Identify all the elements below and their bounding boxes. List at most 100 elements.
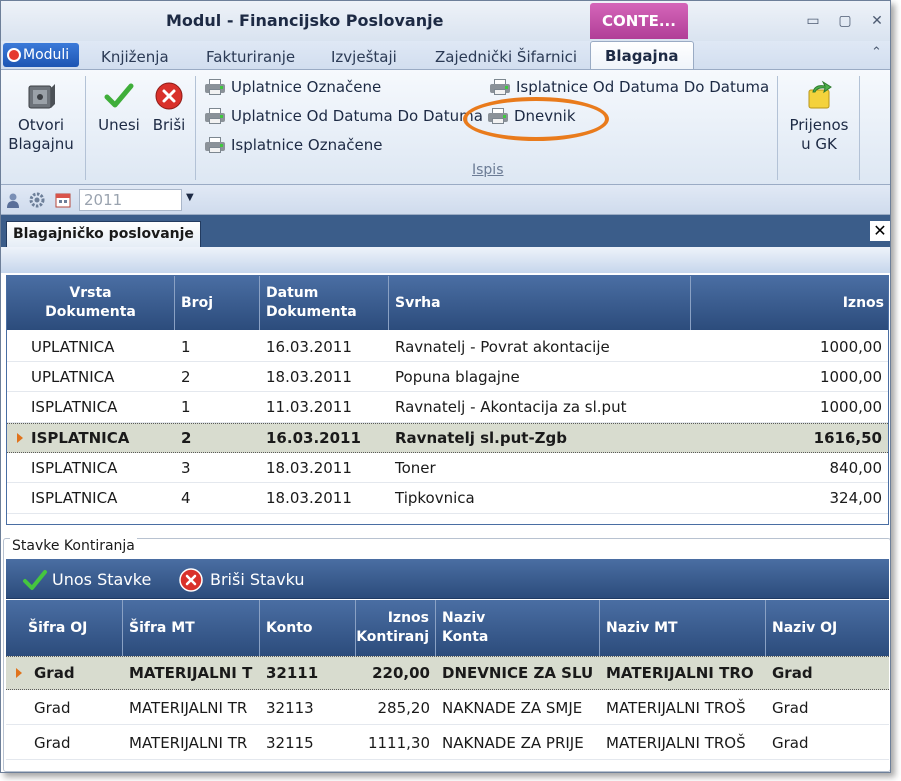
cell-vrsta[interactable]: ISPLATNICA <box>25 393 175 422</box>
table-row[interactable]: UPLATNICA 1 16.03.2011 Ravnatelj - Povrat a… <box>7 332 888 362</box>
col-svrha[interactable]: Svrha <box>389 276 691 330</box>
table-row[interactable]: ISPLATNICA 3 18.03.2011 Toner 840,00 <box>7 453 888 484</box>
isplatnice-oznacene-button[interactable]: Isplatnice Označene <box>203 134 383 156</box>
cell-sifra-mt[interactable]: MATERIJALNI TR <box>123 691 260 724</box>
cell-broj[interactable]: 2 <box>175 424 260 452</box>
cell-konto[interactable]: 32115 <box>260 726 356 759</box>
cell-vrsta[interactable]: ISPLATNICA <box>25 453 175 482</box>
cell-iznos-kontiranja[interactable]: 285,20 <box>356 691 436 724</box>
prijenos-u-gk-button[interactable]: Prijenos u GK <box>785 80 853 154</box>
col-naziv-oj[interactable]: Naziv OJ <box>766 600 889 656</box>
cell-svrha[interactable]: Ravnatelj - Povrat akontacije <box>389 332 691 361</box>
year-field[interactable]: 2011 <box>79 189 182 211</box>
close-window-button[interactable]: ✕ <box>867 11 887 31</box>
context-tab[interactable]: CONTE... <box>590 3 688 39</box>
cell-broj[interactable]: 2 <box>175 362 260 391</box>
tab-izvjestaji[interactable]: Izvještaji <box>331 45 397 69</box>
settings-icon[interactable] <box>29 192 45 208</box>
cell-vrsta[interactable]: ISPLATNICA <box>25 424 175 452</box>
cell-sifra-mt[interactable]: MATERIJALNI T <box>123 657 260 689</box>
cell-sifra-oj[interactable]: Grad <box>28 726 123 759</box>
cell-svrha[interactable]: Ravnatelj sl.put-Zgb <box>389 424 691 452</box>
cell-naziv-konta[interactable]: NAKNADE ZA SMJE <box>436 691 600 724</box>
cell-iznos[interactable]: 1000,00 <box>691 332 888 361</box>
cell-sifra-mt[interactable]: MATERIJALNI TR <box>123 726 260 759</box>
otvori-blagajnu-button[interactable]: Otvori Blagajnu <box>5 80 77 154</box>
col-broj[interactable]: Broj <box>175 276 260 330</box>
cell-svrha[interactable]: Popuna blagajne <box>389 362 691 391</box>
table-row[interactable]: ISPLATNICA 4 18.03.2011 Tipkovnica 324,00 <box>7 484 888 514</box>
unos-stavke-button[interactable]: Unos Stavke <box>20 567 151 593</box>
col-konto[interactable]: Konto <box>260 600 356 656</box>
cell-iznos-kontiranja[interactable]: 220,00 <box>356 657 436 689</box>
cell-iznos[interactable]: 1000,00 <box>691 362 888 391</box>
tab-blagajnicko-poslovanje[interactable]: Blagajničko poslovanje <box>6 221 201 247</box>
table-row[interactable]: UPLATNICA 2 18.03.2011 Popuna blagajne 1000,… <box>7 362 888 393</box>
cell-svrha[interactable]: Toner <box>389 453 691 482</box>
cell-broj[interactable]: 1 <box>175 332 260 361</box>
col-vrsta-dokumenta[interactable]: Vrsta Dokumenta <box>7 276 175 330</box>
isplatnice-od-datuma-button[interactable]: Isplatnice Od Datuma Do Datuma <box>488 76 769 98</box>
col-iznos[interactable]: Iznos <box>691 276 890 330</box>
cell-naziv-oj[interactable]: Grad <box>766 691 889 724</box>
tab-zajednicki-sifarnici[interactable]: Zajednički Šifarnici <box>435 45 577 69</box>
col-naziv-konta[interactable]: Naziv Konta <box>436 600 600 656</box>
cell-datum[interactable]: 18.03.2011 <box>260 362 389 391</box>
cell-naziv-mt[interactable]: MATERIJALNI TROŠ <box>600 691 766 724</box>
cell-vrsta[interactable]: ISPLATNICA <box>25 484 175 513</box>
cell-datum[interactable]: 18.03.2011 <box>260 453 389 482</box>
year-dropdown-icon[interactable]: ▼ <box>186 192 194 203</box>
col-sifra-oj[interactable]: Šifra OJ <box>6 600 123 656</box>
cell-sifra-oj[interactable]: Grad <box>28 657 123 689</box>
col-datum-dokumenta[interactable]: Datum Dokumenta <box>260 276 389 330</box>
cell-iznos[interactable]: 1000,00 <box>691 393 888 422</box>
cell-iznos[interactable]: 324,00 <box>691 484 888 513</box>
cell-naziv-mt[interactable]: MATERIJALNI TROŠ <box>600 726 766 759</box>
cell-datum[interactable]: 11.03.2011 <box>260 393 389 422</box>
unesi-button[interactable]: Unesi <box>95 80 143 135</box>
cell-datum[interactable]: 16.03.2011 <box>260 424 389 452</box>
tab-knjizenja[interactable]: Knjiženja <box>101 45 169 69</box>
cell-vrsta[interactable]: UPLATNICA <box>25 332 175 361</box>
col-naziv-mt[interactable]: Naziv MT <box>600 600 766 656</box>
cell-konto[interactable]: 32111 <box>260 657 356 689</box>
table-row[interactable]: Grad MATERIJALNI TR 32115 1111,30 NAKNADE ZA… <box>6 726 889 760</box>
cell-broj[interactable]: 3 <box>175 453 260 482</box>
cell-iznos-kontiranja[interactable]: 1111,30 <box>356 726 436 759</box>
table-row[interactable]: ISPLATNICA 2 16.03.2011 Ravnatelj sl.put-Zg… <box>7 422 888 453</box>
table-row[interactable]: Grad MATERIJALNI T 32111 220,00 DNEVNICE ZA … <box>6 656 889 690</box>
tab-fakturiranje[interactable]: Fakturiranje <box>206 45 295 69</box>
cell-svrha[interactable]: Ravnatelj - Akontacija za sl.put <box>389 393 691 422</box>
brisi-button[interactable]: Briši <box>149 80 189 135</box>
tab-blagajna[interactable]: Blagajna <box>590 41 694 71</box>
moduli-button[interactable]: Moduli <box>3 43 79 67</box>
cell-naziv-konta[interactable]: DNEVNICE ZA SLU <box>436 657 600 689</box>
uplatnice-od-datuma-button[interactable]: Uplatnice Od Datuma Do Datuma <box>203 105 483 127</box>
table-row[interactable]: Grad MATERIJALNI TR 32113 285,20 NAKNADE ZA … <box>6 691 889 725</box>
cell-iznos[interactable]: 1616,50 <box>691 424 888 452</box>
uplatnice-oznacene-button[interactable]: Uplatnice Označene <box>203 76 381 98</box>
cell-iznos[interactable]: 840,00 <box>691 453 888 482</box>
table-row[interactable]: ISPLATNICA 1 11.03.2011 Ravnatelj - Akontac… <box>7 393 888 423</box>
close-document-icon[interactable]: ✕ <box>870 221 890 241</box>
cell-svrha[interactable]: Tipkovnica <box>389 484 691 513</box>
restore-button[interactable]: ▢ <box>835 11 855 31</box>
collapse-ribbon-icon[interactable]: ⌃ <box>871 45 882 60</box>
cell-sifra-oj[interactable]: Grad <box>28 691 123 724</box>
cell-naziv-mt[interactable]: MATERIJALNI TRO <box>600 657 766 689</box>
brisi-stavku-button[interactable]: Briši Stavku <box>178 567 304 593</box>
cell-broj[interactable]: 1 <box>175 393 260 422</box>
cell-naziv-oj[interactable]: Grad <box>766 657 889 689</box>
user-icon[interactable] <box>5 192 21 208</box>
cell-konto[interactable]: 32113 <box>260 691 356 724</box>
cell-naziv-oj[interactable]: Grad <box>766 726 889 759</box>
calendar-icon[interactable] <box>55 192 71 208</box>
cell-broj[interactable]: 4 <box>175 484 260 513</box>
cell-datum[interactable]: 18.03.2011 <box>260 484 389 513</box>
cell-naziv-konta[interactable]: NAKNADE ZA PRIJE <box>436 726 600 759</box>
cell-datum[interactable]: 16.03.2011 <box>260 332 389 361</box>
col-iznos-kontiranja[interactable]: Iznos Kontiranj <box>356 600 436 656</box>
cell-vrsta[interactable]: UPLATNICA <box>25 362 175 391</box>
col-sifra-mt[interactable]: Šifra MT <box>123 600 260 656</box>
minimize-button[interactable]: ▭ <box>803 11 823 31</box>
